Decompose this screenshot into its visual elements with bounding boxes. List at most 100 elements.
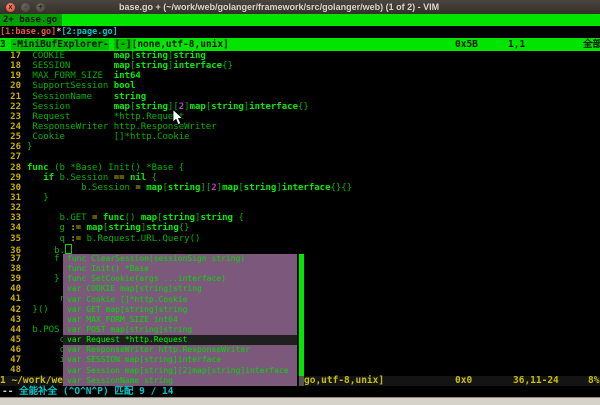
line-number: 28: [0, 163, 22, 173]
line-text: f: [22, 254, 60, 264]
line-number: 44: [0, 325, 22, 335]
completion-item[interactable]: var SESSION map[string]interface: [63, 355, 297, 365]
completion-item-selected[interactable]: var Request *http.Request: [63, 335, 297, 345]
completion-item[interactable]: var ResponseWriter http.ResponseWriter: [63, 345, 297, 355]
match-count: 9 / 14: [133, 386, 173, 397]
code-line-17[interactable]: 17 COOKIE map[string]string: [0, 51, 600, 61]
completion-item[interactable]: var Session map[string][2]map[string]int…: [63, 366, 297, 376]
mbe-flags: [none,utf-8,unix]: [132, 39, 229, 50]
line-number: 25: [0, 132, 22, 142]
line-text: [22, 264, 27, 274]
line-text: r: [22, 294, 65, 304]
line-text: [22, 152, 27, 162]
completion-item[interactable]: var MAX_FORM_SIZE int64: [63, 315, 297, 325]
mbe-ruler-char: 0x5B: [455, 38, 478, 51]
buffer-tab-page-go[interactable]: [2:page.go]: [61, 27, 117, 37]
line-number: 27: [0, 152, 22, 162]
minibufexplorer-list: [1:base.go]*[2:page.go]: [0, 26, 600, 38]
window-bottom-edge: [0, 397, 600, 405]
line-text: SupportSession bool: [22, 81, 135, 91]
completion-popup: func ClearSession(sessionSign string)fun…: [63, 254, 304, 386]
popup-scrollbar[interactable]: [297, 254, 304, 386]
completion-item[interactable]: var SessionName string: [63, 376, 297, 386]
code-line-36[interactable]: 36 b.: [0, 244, 600, 254]
code-line-29[interactable]: 29 if b.Session == nil {: [0, 173, 600, 183]
line-number: 24: [0, 122, 22, 132]
completion-item[interactable]: var POST map[string]string: [63, 325, 297, 335]
completion-item[interactable]: func Init() *Base: [63, 264, 297, 274]
code-line-34[interactable]: 34 g := map[string]string{}: [0, 223, 600, 233]
line-text: [22, 315, 27, 325]
window-minimize-button[interactable]: -: [21, 3, 30, 12]
code-line-19[interactable]: 19 MAX_FORM_SIZE int64: [0, 71, 600, 81]
code-line-24[interactable]: 24 ResponseWriter http.ResponseWriter: [0, 122, 600, 132]
line-number: 19: [0, 71, 22, 81]
line-text: c: [22, 335, 65, 345]
text-cursor: [65, 244, 72, 254]
mode-keys: (^O^N^P): [57, 386, 114, 397]
line-number: 20: [0, 81, 22, 91]
mbe-ruler-scroll: 全部: [583, 38, 600, 51]
line-text: SESSION map[string]interface{}: [22, 61, 233, 71]
line-number: 39: [0, 274, 22, 284]
line-number: 43: [0, 315, 22, 325]
tab-current[interactable]: 2+ base.go: [0, 14, 62, 26]
line-text: Request *http.Request: [22, 112, 184, 122]
mouse-cursor-icon: [172, 109, 184, 126]
line-text: ResponseWriter http.ResponseWriter: [22, 122, 217, 132]
line-text: if b.Session == nil {: [22, 173, 157, 183]
line-text: COOKIE map[string]string: [22, 51, 206, 61]
line-number: 32: [0, 203, 22, 213]
code-line-23[interactable]: 23 Request *http.Request: [0, 112, 600, 122]
window-title: base.go + (~/work/web/golanger/framework…: [119, 2, 439, 12]
code-line-35[interactable]: 35 q := b.Request.URL.Query(): [0, 234, 600, 244]
line-text: c: [22, 345, 65, 355]
mode-dashes: --: [2, 386, 19, 397]
code-line-26[interactable]: 26}: [0, 142, 600, 152]
code-line-31[interactable]: 31 }: [0, 193, 600, 203]
code-line-20[interactable]: 20 SupportSession bool: [0, 81, 600, 91]
line-number: 41: [0, 294, 22, 304]
vim-window: x - + base.go + (~/work/web/golanger/fra…: [0, 0, 600, 405]
line-number: 37: [0, 254, 22, 264]
mbe-ruler-position: 1,1: [508, 38, 525, 51]
line-number: 34: [0, 223, 22, 233]
line-number: 40: [0, 284, 22, 294]
line-text: SessionName string: [22, 92, 146, 102]
code-line-25[interactable]: 25 Cookie []*http.Cookie: [0, 132, 600, 142]
file-ruler-position: 36,11-24: [513, 376, 559, 386]
buffer-tab-base-go[interactable]: [1:base.go]: [0, 27, 56, 37]
line-number: 18: [0, 61, 22, 71]
code-line-21[interactable]: 21 SessionName string: [0, 92, 600, 102]
line-text: MAX_FORM_SIZE int64: [22, 71, 141, 81]
completion-item[interactable]: var COOKIE map[string]string: [63, 284, 297, 294]
line-text: b.GET = func() map[string]string {: [22, 213, 244, 223]
minibufexplorer-statusline: 3 -MiniBufExplorer- [-][none,utf-8,unix]…: [0, 38, 600, 51]
popup-scrollbar-thumb[interactable]: [299, 254, 304, 376]
code-line-27[interactable]: 27: [0, 152, 600, 162]
code-line-22[interactable]: 22 Session map[string][2]map[string]inte…: [0, 102, 600, 112]
popup-scrollbar-track-end: [299, 376, 304, 386]
line-text: q := b.Request.URL.Query(): [22, 234, 200, 244]
line-text: }(): [22, 305, 49, 315]
completion-item[interactable]: var GET map[string]string: [63, 305, 297, 315]
completion-item[interactable]: func SetCookie(args ...interface): [63, 274, 297, 284]
code-line-18[interactable]: 18 SESSION map[string]interface{}: [0, 61, 600, 71]
line-number: 47: [0, 355, 22, 365]
command-line: -- 全能补全 (^O^N^P) 匹配 9 / 14: [0, 386, 600, 397]
completion-item[interactable]: func ClearSession(sessionSign string): [63, 254, 297, 264]
line-number: 31: [0, 193, 22, 203]
window-maximize-button[interactable]: +: [36, 3, 45, 12]
line-text: }: [22, 274, 60, 284]
code-line-28[interactable]: 28func (b *Base) Init() *Base {: [0, 163, 600, 173]
line-text: Cookie []*http.Cookie: [22, 132, 190, 142]
vim-tabline: 2+ base.go: [0, 14, 600, 26]
completion-item[interactable]: var Cookie []*http.Cookie: [63, 295, 297, 305]
line-number: 35: [0, 234, 22, 244]
line-text: [22, 284, 27, 294]
window-close-button[interactable]: x: [6, 3, 15, 12]
code-line-30[interactable]: 30 b.Session = map[string][2]map[string]…: [0, 183, 600, 193]
file-path: 1 ~/work/we: [0, 375, 63, 386]
code-line-33[interactable]: 33 b.GET = func() map[string]string {: [0, 213, 600, 223]
code-line-32[interactable]: 32: [0, 203, 600, 213]
